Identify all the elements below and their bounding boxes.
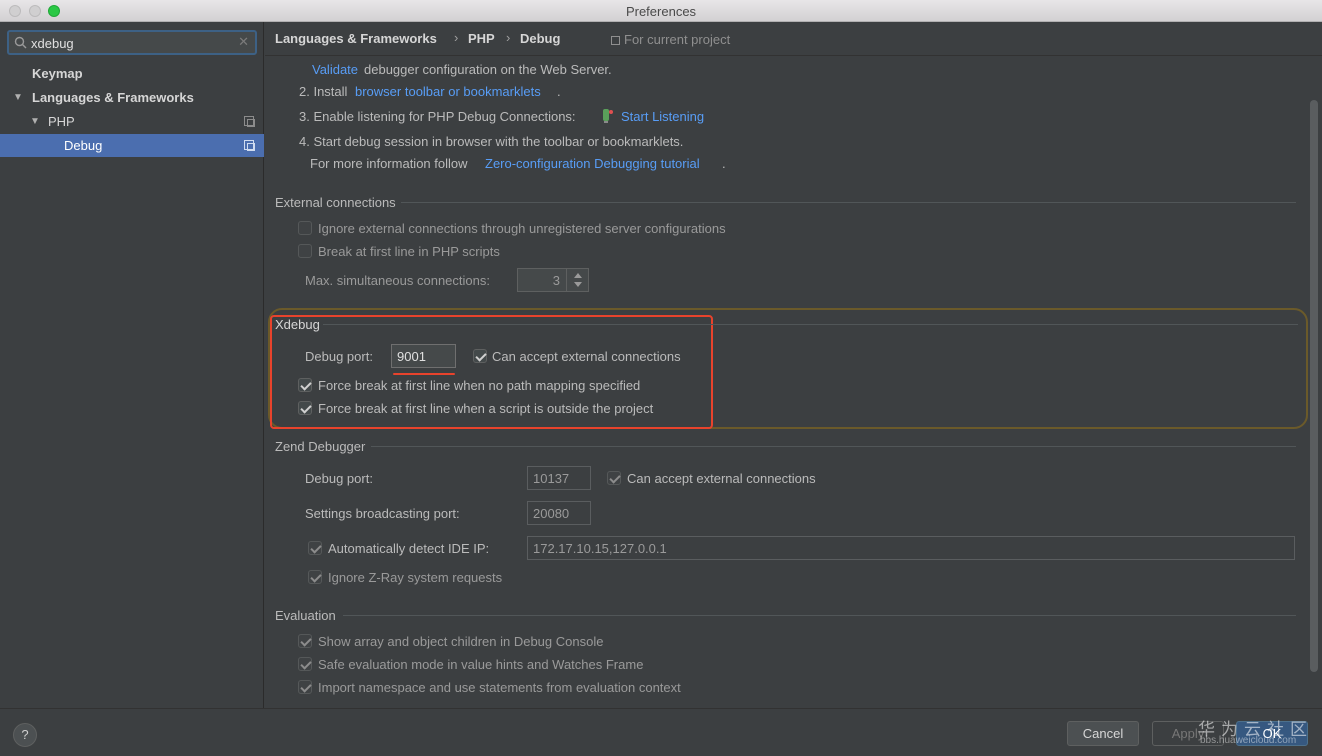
zend-port-input[interactable]: 10137 (527, 466, 591, 490)
max-connections-label: Max. simultaneous connections: (305, 273, 490, 288)
auto-detect-ip-checkbox[interactable] (308, 541, 322, 555)
for-current-project-label: For current project (611, 32, 730, 47)
search-icon (14, 36, 27, 49)
title-bar: Preferences (0, 0, 1322, 22)
breadcrumb-item: Debug (520, 31, 561, 46)
force-break-outside-checkbox[interactable] (298, 401, 312, 415)
section-divider (371, 446, 1296, 447)
external-connections-title: External connections (275, 195, 396, 210)
evaluation-title: Evaluation (275, 608, 336, 623)
step4-text: 4. Start debug session in browser with t… (299, 134, 684, 149)
sidebar: ✕ Keymap ▼ Languages & Frameworks ▼ PHP … (0, 22, 264, 708)
search-input[interactable] (31, 34, 231, 52)
zend-accept-external-label: Can accept external connections (627, 471, 816, 486)
browser-toolbar-link[interactable]: browser toolbar or bookmarklets (355, 84, 541, 99)
clear-search-icon[interactable]: ✕ (238, 34, 249, 50)
xdebug-accept-external-label: Can accept external connections (492, 349, 681, 364)
sidebar-item-languages-frameworks[interactable]: ▼ Languages & Frameworks (0, 86, 264, 109)
breadcrumb-item: Languages & Frameworks (275, 31, 437, 46)
project-settings-icon (244, 116, 255, 127)
spinner-arrows[interactable] (566, 269, 588, 291)
ignore-external-checkbox[interactable] (298, 221, 312, 235)
section-divider (401, 202, 1296, 203)
show-array-label: Show array and object children in Debug … (318, 634, 604, 649)
expanded-arrow-icon[interactable]: ▼ (30, 110, 40, 133)
xdebug-port-input[interactable]: 9001 (391, 344, 456, 368)
settings-search-box[interactable]: ✕ (7, 30, 257, 55)
dialog-button-bar: ? Cancel Apply OK (0, 708, 1322, 756)
phone-listen-icon[interactable] (601, 108, 613, 124)
force-break-outside-label: Force break at first line when a script … (318, 401, 654, 416)
force-break-no-mapping-checkbox[interactable] (298, 378, 312, 392)
cancel-button[interactable]: Cancel (1067, 721, 1139, 746)
max-connections-spinner[interactable]: 3 (517, 268, 589, 292)
ignore-external-label: Ignore external connections through unre… (318, 221, 726, 236)
sidebar-item-label: PHP (48, 114, 75, 129)
spin-down-icon[interactable] (574, 282, 582, 287)
watermark-url: bbs.huaweicloud.com (1200, 735, 1297, 746)
breadcrumb: Languages & Frameworks › PHP › Debug For… (265, 22, 1322, 56)
breadcrumb-separator: › (454, 30, 459, 45)
section-divider (343, 615, 1296, 616)
broadcast-port-label: Settings broadcasting port: (305, 506, 460, 521)
breadcrumb-item: PHP (468, 31, 495, 46)
sidebar-item-debug[interactable]: Debug (0, 134, 264, 157)
window-title: Preferences (625, 4, 697, 19)
validate-link[interactable]: Validate (312, 62, 358, 77)
xdebug-title: Xdebug (275, 317, 320, 332)
break-first-line-checkbox[interactable] (298, 244, 312, 258)
more-info-text: For more information follow (310, 156, 468, 171)
sidebar-item-label: Debug (64, 138, 103, 153)
expanded-arrow-icon[interactable]: ▼ (13, 86, 23, 109)
ignore-zray-checkbox[interactable] (308, 570, 322, 584)
ignore-zray-label: Ignore Z-Ray system requests (328, 570, 503, 585)
max-connections-value: 3 (552, 273, 560, 288)
xdebug-port-label: Debug port: (305, 349, 373, 364)
safe-eval-label: Safe evaluation mode in value hints and … (318, 657, 644, 672)
zend-port-label: Debug port: (305, 471, 373, 486)
safe-eval-checkbox[interactable] (298, 657, 312, 671)
vertical-scrollbar[interactable] (1310, 100, 1318, 672)
spin-up-icon[interactable] (574, 273, 582, 278)
zend-debugger-title: Zend Debugger (275, 439, 366, 454)
import-namespace-label: Import namespace and use statements from… (318, 680, 681, 695)
step2-suffix: . (557, 84, 561, 99)
help-button[interactable]: ? (13, 723, 37, 747)
auto-detect-ip-label: Automatically detect IDE IP: (328, 541, 490, 556)
broadcast-port-input[interactable]: 20080 (527, 501, 591, 525)
step2-text: 2. Install (299, 84, 348, 99)
break-first-line-label: Break at first line in PHP scripts (318, 244, 500, 259)
zero-config-tutorial-link[interactable]: Zero-configuration Debugging tutorial (485, 156, 700, 171)
breadcrumb-separator: › (506, 30, 511, 45)
zend-accept-external-checkbox[interactable] (607, 471, 621, 485)
sidebar-item-label: Keymap (32, 66, 83, 81)
import-namespace-checkbox[interactable] (298, 680, 312, 694)
project-icon (611, 36, 620, 45)
section-divider (323, 324, 1298, 325)
sidebar-item-keymap[interactable]: Keymap (0, 62, 264, 85)
sidebar-item-php[interactable]: ▼ PHP (0, 110, 264, 133)
sidebar-item-label: Languages & Frameworks (32, 90, 194, 105)
start-listening-link[interactable]: Start Listening (621, 109, 704, 124)
more-info-suffix: . (722, 156, 726, 171)
project-settings-icon (244, 140, 255, 151)
settings-content: Validate debugger configuration on the W… (265, 56, 1322, 708)
step1-text: debugger configuration on the Web Server… (364, 62, 612, 77)
show-array-checkbox[interactable] (298, 634, 312, 648)
ide-ip-input[interactable]: 172.17.10.15,127.0.0.1 (527, 536, 1295, 560)
port-annotation-underline (393, 373, 455, 375)
xdebug-accept-external-checkbox[interactable] (473, 349, 487, 363)
force-break-no-mapping-label: Force break at first line when no path m… (318, 378, 641, 393)
step3-text: 3. Enable listening for PHP Debug Connec… (299, 109, 576, 124)
